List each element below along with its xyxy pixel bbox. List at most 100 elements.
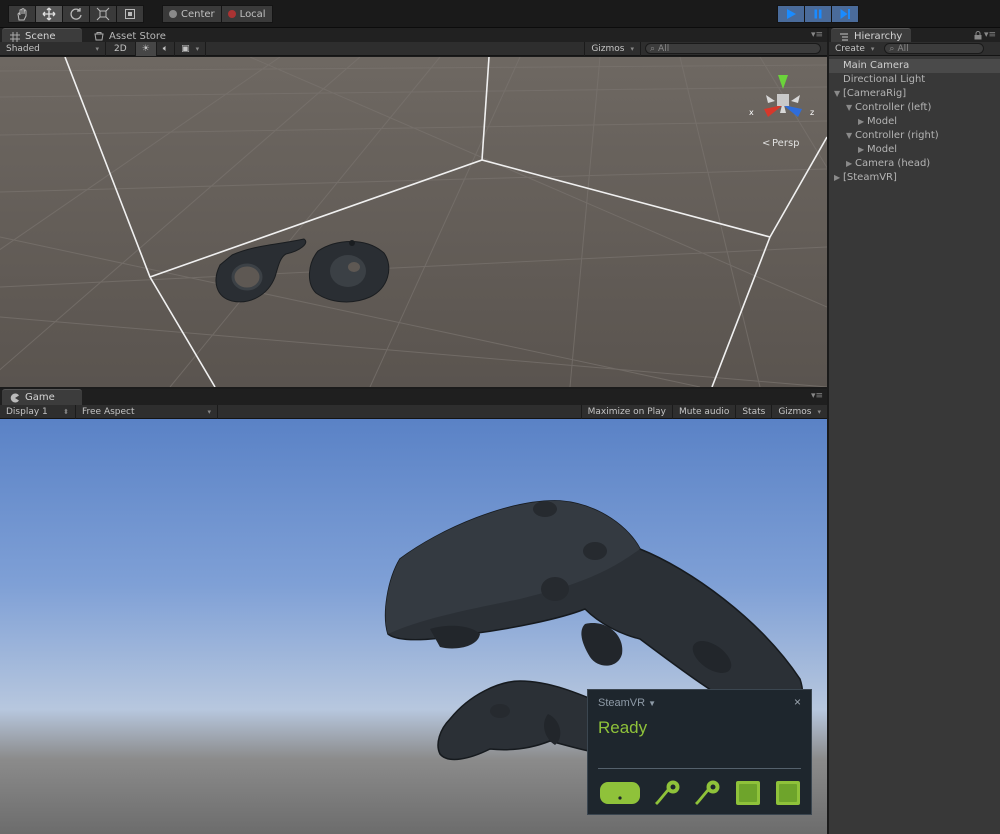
maximize-on-play-toggle[interactable]: Maximize on Play (580, 404, 673, 419)
step-icon (840, 9, 850, 19)
playback-controls (777, 5, 859, 23)
steamvr-title: SteamVR (598, 697, 646, 709)
game-panel-menu-icon[interactable]: ▾≡ (811, 391, 823, 401)
controller-right-model (309, 240, 390, 303)
hierarchy-item-label: Controller (left) (855, 102, 932, 113)
pause-icon (814, 9, 822, 19)
move-tool-button[interactable] (35, 5, 63, 23)
hierarchy-item-label: Model (867, 116, 898, 127)
hierarchy-title: Hierarchy (854, 31, 903, 42)
expand-right-icon[interactable]: ▶ (858, 115, 867, 129)
create-dropdown[interactable]: Create ▾ (829, 42, 880, 56)
step-button[interactable] (831, 5, 859, 23)
scene-search-input[interactable]: ⌕ All (645, 43, 821, 54)
steamvr-menu-button[interactable]: SteamVR ▼ (598, 697, 656, 709)
projection-label: Persp (772, 138, 800, 149)
hierarchy-item[interactable]: Main Camera (829, 59, 1000, 73)
hierarchy-tree: Main Camera Directional Light ▼ [CameraRig]… (829, 59, 1000, 185)
lock-icon[interactable] (974, 31, 982, 40)
hierarchy-item[interactable]: ▼ Controller (right) (829, 129, 1000, 143)
close-icon[interactable]: × (794, 695, 801, 709)
pivot-rotation-button[interactable]: Local (220, 5, 273, 23)
game-pacman-icon (10, 393, 19, 402)
move-icon (42, 7, 56, 21)
scene-gizmos-dropdown[interactable]: Gizmos ▾ (584, 41, 641, 56)
scene-render: x z < Persp (0, 57, 827, 387)
expand-down-icon[interactable]: ▼ (846, 129, 855, 143)
main-toolbar: Center Local (0, 0, 1000, 28)
expand-right-icon[interactable]: ▶ (858, 143, 867, 157)
hierarchy-item[interactable]: ▶ Model (829, 115, 1000, 129)
mute-audio-toggle[interactable]: Mute audio (673, 404, 737, 419)
tab-game[interactable]: Game (2, 389, 82, 405)
hierarchy-list-icon (840, 32, 848, 41)
display-label: Display 1 (6, 406, 48, 417)
dropdown-arrow-icon: ▾ (870, 44, 875, 53)
hierarchy-item[interactable]: ▼ Controller (left) (829, 101, 1000, 115)
shading-mode-dropdown[interactable]: Shaded ▾ (0, 41, 106, 56)
tab-asset-store-label: Asset Store (109, 30, 166, 42)
search-icon: ⌕ (650, 43, 656, 54)
axis-x-label: x (749, 108, 754, 117)
hierarchy-item[interactable]: ▼ [CameraRig] (829, 87, 1000, 101)
controller-icon (653, 779, 681, 807)
mode-2d-toggle[interactable]: 2D (106, 41, 136, 56)
aspect-dropdown[interactable]: Free Aspect ▾ (76, 404, 218, 419)
hierarchy-item[interactable]: ▶ Camera (head) (829, 157, 1000, 171)
hierarchy-panel-menu-icon[interactable]: ▾≡ (984, 30, 996, 40)
pivot-mode-label: Center (181, 8, 215, 20)
dropdown-arrow-icon: ▾ (195, 44, 200, 53)
controller-icon (693, 779, 721, 807)
headset-icon (599, 779, 641, 807)
expand-down-icon[interactable]: ▼ (834, 87, 843, 101)
pivot-mode-button[interactable]: Center (162, 5, 222, 23)
expand-right-icon[interactable]: ▶ (846, 157, 855, 171)
expand-right-icon[interactable]: ▶ (834, 171, 843, 185)
rect-tool-button[interactable] (116, 5, 144, 23)
hierarchy-item-label: Model (867, 144, 898, 155)
hierarchy-item-label: [SteamVR] (843, 172, 897, 183)
rect-icon (125, 9, 135, 19)
speaker-icon: 🔈︎ (162, 43, 169, 54)
mute-audio-label: Mute audio (678, 406, 730, 417)
game-controlbar: Display 1 ⬍ Free Aspect ▾ Maximize on Pl… (0, 404, 827, 419)
scale-tool-button[interactable] (89, 5, 117, 23)
scene-effects-dropdown[interactable]: ▣ ▾ (175, 41, 207, 56)
hand-tool-button[interactable] (8, 5, 36, 23)
steamvr-status-window: SteamVR ▼ × Ready (587, 689, 812, 815)
shading-mode-label: Shaded (6, 43, 40, 54)
pivot-icon (169, 10, 177, 18)
steamvr-device-icons (599, 779, 803, 807)
scene-search-placeholder: All (658, 43, 670, 54)
stats-toggle[interactable]: Stats (736, 404, 773, 419)
rotate-tool-button[interactable] (62, 5, 90, 23)
hierarchy-item[interactable]: ▶ [SteamVR] (829, 171, 1000, 185)
aspect-label: Free Aspect (82, 406, 135, 417)
scene-panel-menu-icon[interactable]: ▾≡ (811, 30, 823, 40)
rotate-icon (70, 8, 82, 20)
hierarchy-search-input[interactable]: ⌕ All (884, 43, 985, 54)
display-dropdown[interactable]: Display 1 ⬍ (0, 404, 76, 419)
projection-toggle[interactable]: < Persp (762, 138, 800, 149)
hierarchy-item[interactable]: ▶ Model (829, 143, 1000, 157)
game-gizmos-dropdown[interactable]: Gizmos ▾ (772, 405, 827, 419)
tab-game-label: Game (25, 392, 55, 403)
pause-button[interactable] (804, 5, 832, 23)
hierarchy-item[interactable]: Directional Light (829, 73, 1000, 87)
dropdown-arrow-icon: ▾ (207, 407, 211, 416)
hierarchy-panel: Hierarchy ▾≡ Create ▾ ⌕ All Main Camera D… (829, 28, 1000, 834)
play-button[interactable] (777, 5, 805, 23)
sun-icon: ☀ (141, 43, 150, 54)
hierarchy-item-label: Directional Light (843, 74, 926, 85)
asset-store-icon (94, 32, 104, 41)
scene-viewport[interactable]: x z < Persp (0, 57, 827, 387)
persp-arrow-icon: < (762, 138, 770, 149)
scene-audio-toggle[interactable]: 🔈︎ (157, 41, 176, 56)
tab-scene-label: Scene (25, 31, 56, 42)
hierarchy-item-label: [CameraRig] (843, 88, 907, 99)
base-station-icon (735, 779, 761, 807)
hierarchy-controlbar: Create ▾ ⌕ All (829, 42, 1000, 56)
scene-lighting-toggle[interactable]: ☀ (135, 41, 157, 56)
image-icon: ▣ (181, 43, 190, 54)
expand-down-icon[interactable]: ▼ (846, 101, 855, 115)
